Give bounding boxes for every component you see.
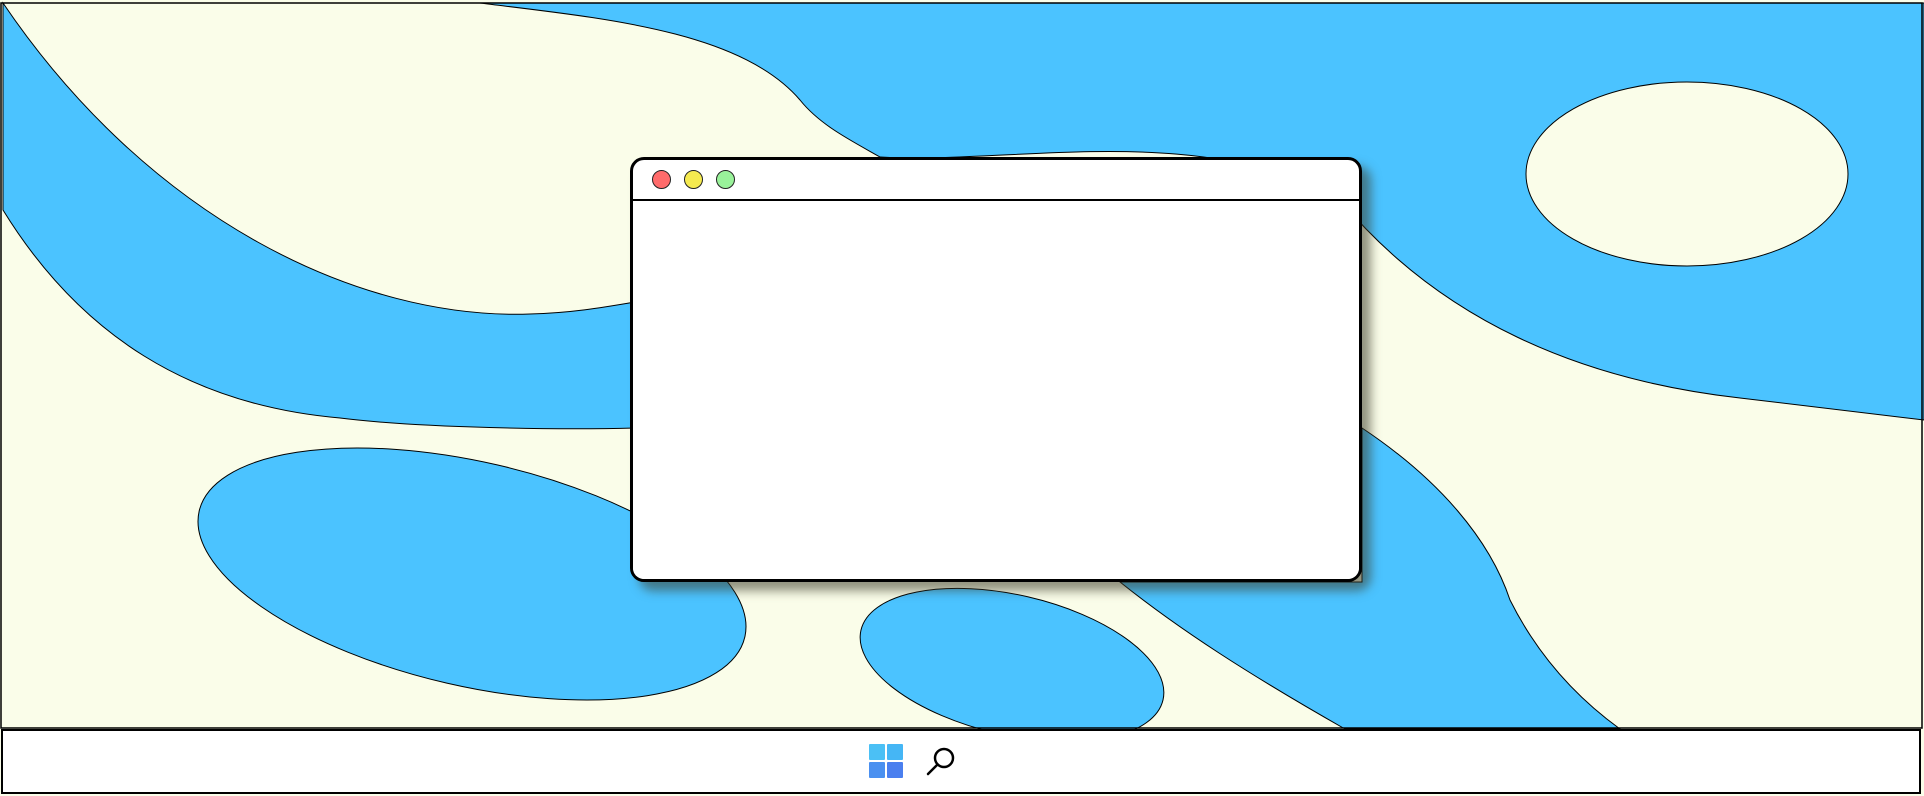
window-content-area[interactable] [633,201,1359,579]
windows-logo-icon [869,744,885,760]
start-button[interactable] [869,744,905,780]
windows-logo-tile [887,762,903,778]
desktop-screen [0,0,1924,796]
search-button[interactable] [923,744,959,780]
taskbar [1,729,1921,794]
maximize-button[interactable] [716,170,735,189]
window-title-bar[interactable] [633,160,1359,201]
windows-logo-tile [869,762,885,778]
minimize-button[interactable] [684,170,703,189]
app-window[interactable] [630,157,1362,582]
close-button[interactable] [652,170,671,189]
search-icon [926,747,955,776]
wallpaper-ellipse-top-right [1525,81,1849,267]
windows-logo-tile [887,744,903,760]
